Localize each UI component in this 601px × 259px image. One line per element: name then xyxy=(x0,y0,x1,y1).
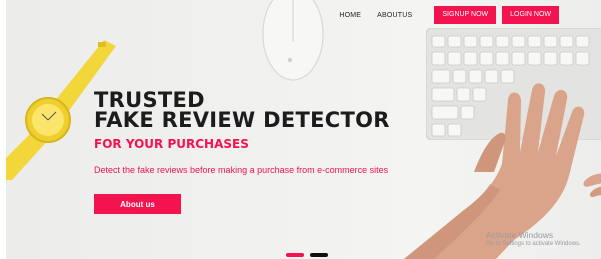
carousel-indicators xyxy=(286,253,334,257)
carousel-dot-active[interactable] xyxy=(286,253,304,257)
signup-button[interactable]: SIGNUP NOW xyxy=(434,6,497,24)
hero-description: Detect the fake reviews before making a … xyxy=(94,165,389,175)
login-button[interactable]: LOGIN NOW xyxy=(502,6,559,24)
about-us-button[interactable]: About us xyxy=(94,194,181,214)
hero-title-line2: FAKE REVIEW DETECTOR xyxy=(94,108,390,132)
hero-title: TRUSTED FAKE REVIEW DETECTOR xyxy=(94,88,390,132)
hero-title-line1: TRUSTED xyxy=(94,88,205,112)
activate-windows-watermark: Activate Windows Go to Settings to activ… xyxy=(486,230,581,247)
nav-home-link[interactable]: HOME xyxy=(339,12,361,19)
hero-subtitle: FOR YOUR PURCHASES xyxy=(94,137,249,151)
watermark-title: Activate Windows xyxy=(486,230,554,240)
mouse-image xyxy=(262,0,324,81)
hand-fingers-image xyxy=(583,173,601,198)
nav-aboutus-link[interactable]: ABOUTUS xyxy=(377,12,412,19)
watermark-subtitle: Go to Settings to activate Windows. xyxy=(486,241,581,247)
top-nav: HOME ABOUTUS SIGNUP NOW LOGIN NOW xyxy=(339,6,559,24)
hero-banner: TRUSTED FAKE REVIEW DETECTOR FOR YOUR PU… xyxy=(6,0,601,259)
carousel-dot[interactable] xyxy=(310,253,328,257)
